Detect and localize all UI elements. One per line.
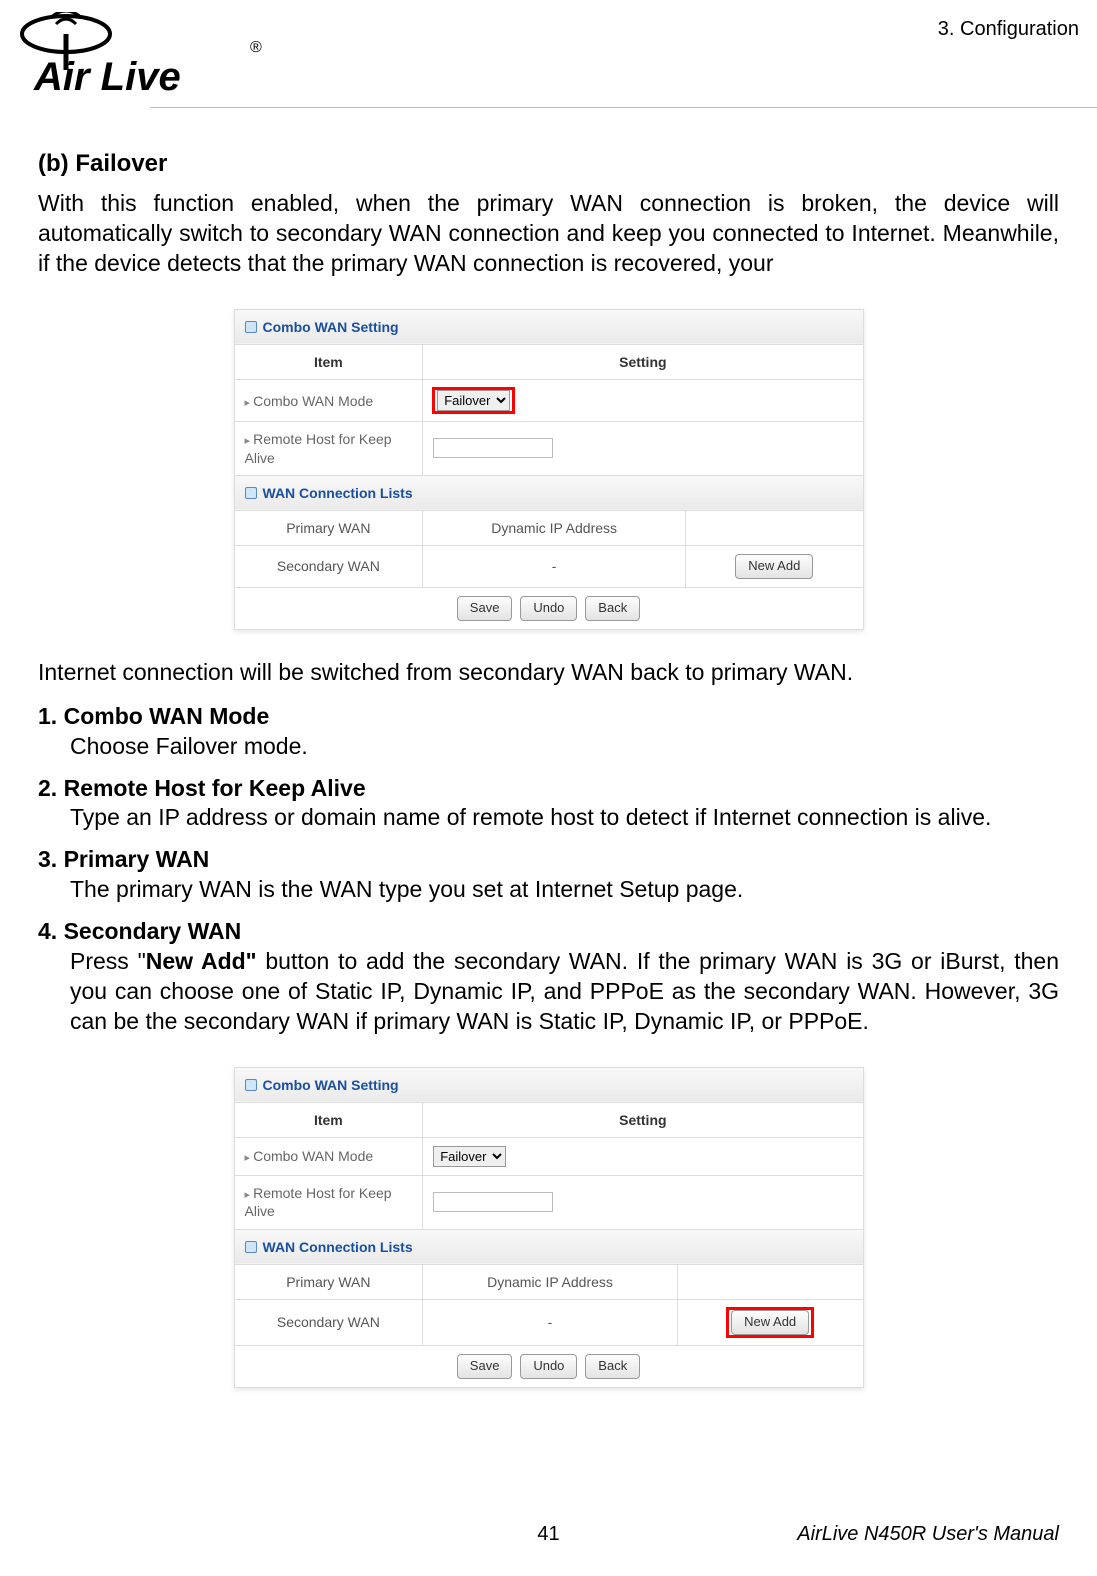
save-button[interactable]: Save	[457, 1354, 513, 1379]
list-item: 4. Secondary WAN Press "New Add" button …	[38, 917, 1059, 1037]
brand-logo: Air Live ®	[18, 12, 288, 107]
panel-header: Combo WAN Setting	[234, 309, 863, 344]
undo-button[interactable]: Undo	[520, 596, 577, 621]
page-content: (b) Failover With this function enabled,…	[0, 108, 1097, 1388]
remote-host-input[interactable]	[433, 438, 553, 458]
page-number: 41	[537, 1523, 559, 1546]
remote-host-input[interactable]	[433, 1192, 553, 1212]
manual-title: AirLive N450R User's Manual	[797, 1523, 1059, 1546]
primary-wan-value: Dynamic IP Address	[423, 1264, 678, 1299]
panel-header-lists: WAN Connection Lists	[234, 475, 863, 510]
row-remote-host: Remote Host for Keep Alive	[234, 422, 423, 475]
secondary-wan-value: -	[423, 1299, 678, 1345]
button-row: Save Undo Back	[234, 587, 863, 629]
page-header: Air Live ® 3. Configuration	[0, 0, 1097, 107]
post-figure-text: Internet connection will be switched fro…	[38, 658, 1059, 688]
col-item: Item	[234, 1102, 423, 1137]
secondary-wan-label: Secondary WAN	[234, 546, 423, 588]
new-add-button[interactable]: New Add	[731, 1310, 809, 1335]
secondary-wan-label: Secondary WAN	[234, 1299, 423, 1345]
combo-wan-mode-select[interactable]: Failover	[437, 390, 510, 411]
section-title: (b) Failover	[38, 148, 1059, 179]
new-add-button[interactable]: New Add	[735, 554, 813, 579]
svg-text:Air Live: Air Live	[33, 55, 181, 99]
col-item: Item	[234, 345, 423, 380]
row-combo-wan-mode: Combo WAN Mode	[234, 1138, 423, 1176]
undo-button[interactable]: Undo	[520, 1354, 577, 1379]
svg-text:®: ®	[250, 39, 262, 56]
button-row: Save Undo Back	[234, 1345, 863, 1387]
back-button[interactable]: Back	[585, 596, 640, 621]
list-item: 3. Primary WAN The primary WAN is the WA…	[38, 845, 1059, 905]
highlight-failover: Failover	[433, 388, 514, 413]
col-setting: Setting	[423, 1102, 863, 1137]
highlight-new-add: New Add	[727, 1308, 813, 1337]
combo-wan-mode-select[interactable]: Failover	[433, 1146, 506, 1167]
screenshot-combo-wan-2: Combo WAN Setting Item Setting Combo WAN…	[234, 1067, 864, 1388]
numbered-list: 1. Combo WAN Mode Choose Failover mode. …	[38, 702, 1059, 1037]
screenshot-combo-wan-1: Combo WAN Setting Item Setting Combo WAN…	[234, 309, 864, 630]
row-remote-host: Remote Host for Keep Alive	[234, 1176, 423, 1229]
primary-wan-label: Primary WAN	[234, 1264, 423, 1299]
list-item: 2. Remote Host for Keep Alive Type an IP…	[38, 774, 1059, 834]
save-button[interactable]: Save	[457, 596, 513, 621]
back-button[interactable]: Back	[585, 1354, 640, 1379]
section-intro: With this function enabled, when the pri…	[38, 189, 1059, 279]
page-footer: 41 AirLive N450R User's Manual	[0, 1523, 1097, 1546]
col-setting: Setting	[423, 345, 863, 380]
panel-header: Combo WAN Setting	[234, 1067, 863, 1102]
primary-wan-value: Dynamic IP Address	[423, 510, 686, 545]
panel-header-lists: WAN Connection Lists	[234, 1229, 863, 1264]
secondary-wan-value: -	[423, 546, 686, 588]
row-combo-wan-mode: Combo WAN Mode	[234, 380, 423, 422]
chapter-label: 3. Configuration	[938, 12, 1079, 41]
primary-wan-label: Primary WAN	[234, 510, 423, 545]
list-item: 1. Combo WAN Mode Choose Failover mode.	[38, 702, 1059, 762]
